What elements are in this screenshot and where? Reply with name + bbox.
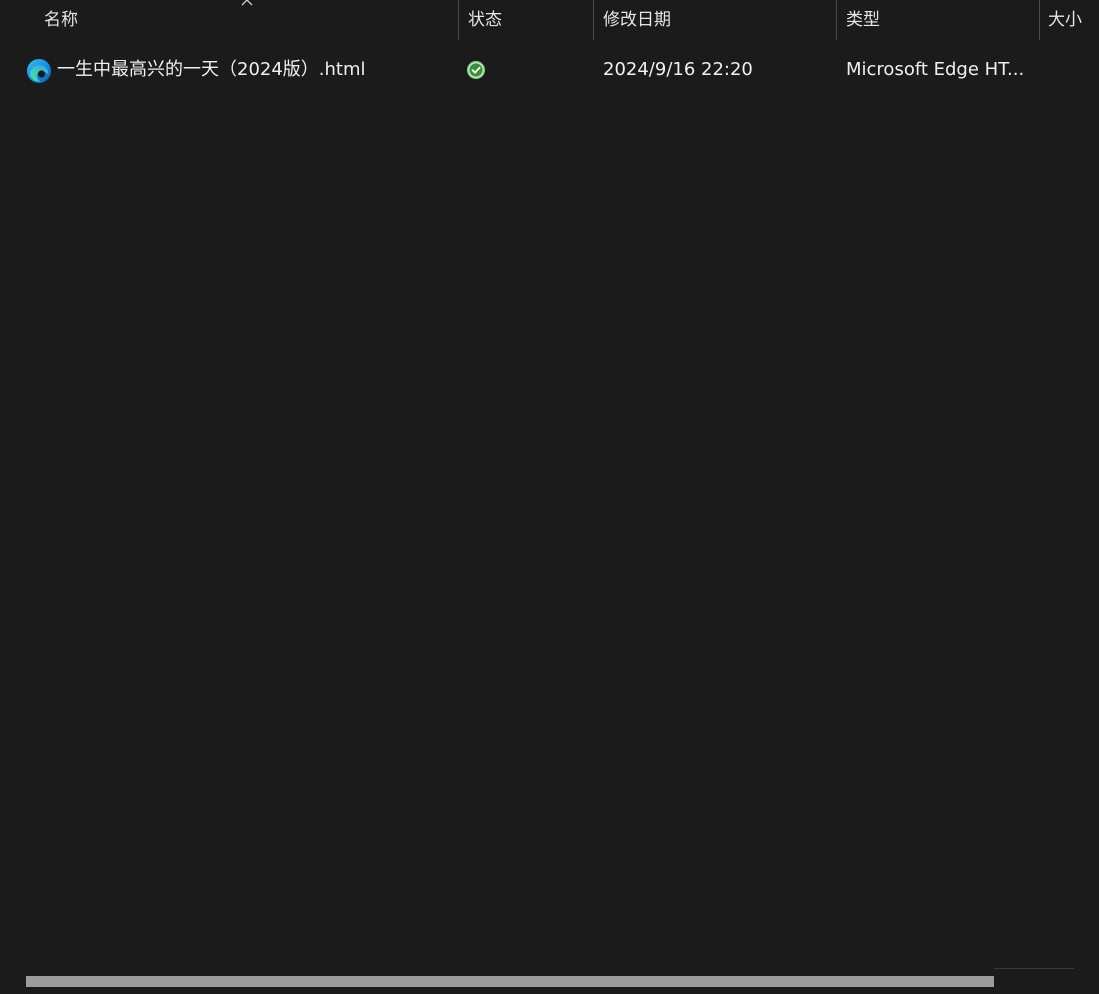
- column-header-type[interactable]: 类型: [846, 0, 1034, 41]
- synced-check-icon: [466, 60, 486, 80]
- horizontal-scrollbar-thumb[interactable]: [26, 976, 994, 987]
- column-header-modified[interactable]: 修改日期: [603, 0, 831, 41]
- file-size: [1048, 50, 1099, 90]
- file-modified-date: 2024/9/16 22:20: [603, 59, 753, 80]
- column-divider[interactable]: [458, 0, 459, 40]
- column-divider[interactable]: [836, 0, 837, 40]
- edge-html-icon: [26, 58, 52, 84]
- column-divider[interactable]: [1039, 0, 1040, 40]
- file-list-view: 名称 状态 修改日期 类型 大小 一生中最高兴的一天（2024版）.html 2…: [0, 0, 1099, 994]
- column-header-size[interactable]: 大小: [1048, 0, 1099, 41]
- file-row[interactable]: 一生中最高兴的一天（2024版）.html 2024/9/16 22:20 Mi…: [0, 50, 1099, 90]
- column-divider[interactable]: [593, 0, 594, 40]
- file-name[interactable]: 一生中最高兴的一天（2024版）.html: [57, 50, 455, 90]
- file-type: Microsoft Edge HT...: [846, 59, 1025, 80]
- column-header-row: 名称 状态 修改日期 类型 大小: [0, 0, 1099, 41]
- column-header-name[interactable]: 名称: [44, 0, 454, 41]
- column-header-status[interactable]: 状态: [468, 0, 588, 41]
- scrollbar-track: [994, 968, 1074, 969]
